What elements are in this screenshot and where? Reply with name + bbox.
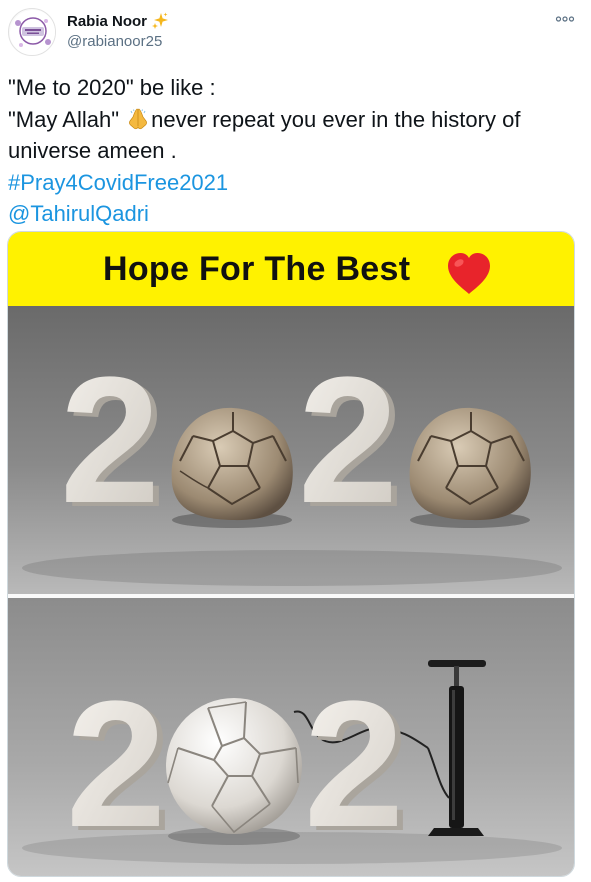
tweet-line-1: "Me to 2020" be like : xyxy=(8,75,216,100)
folded-hands-icon xyxy=(126,107,150,131)
tweet-line-3: universe ameen . xyxy=(8,138,177,163)
panel-2021: 2 2 2 2 xyxy=(8,598,574,876)
author-name[interactable]: Rabia Noor xyxy=(67,13,147,30)
avatar[interactable] xyxy=(8,8,56,56)
svg-text:2: 2 xyxy=(298,340,398,541)
tweet: Rabia Noor @rabianoor25 "Me to 2020" be … xyxy=(0,0,591,882)
author-block: Rabia Noor @rabianoor25 xyxy=(67,11,169,50)
sparkles-icon xyxy=(151,12,169,30)
mention-link[interactable]: @TahirulQadri xyxy=(8,198,578,230)
tweet-line-2-end: never repeat you ever in the history of xyxy=(151,106,521,132)
digit-two-left-2021: 2 2 xyxy=(66,664,172,869)
avatar-logo-icon xyxy=(10,10,55,55)
red-heart-icon xyxy=(445,252,493,296)
tweet-image[interactable]: Hope For The Best 2 2 2 2 2 2 2 2 xyxy=(7,231,575,877)
more-horizontal-icon xyxy=(555,16,575,22)
deflated-ball-right xyxy=(409,407,531,528)
tweet-line-2: "May Allah" never repeat you ever in the… xyxy=(8,104,578,136)
more-options-button[interactable] xyxy=(555,12,575,26)
hashtag-link[interactable]: #Pray4CovidFree2021 xyxy=(8,167,578,199)
digit-two-right-2021: 2 2 xyxy=(304,664,410,869)
svg-text:2: 2 xyxy=(60,340,160,541)
banner-title: Hope For The Best xyxy=(103,250,411,288)
deflated-ball-left xyxy=(171,407,293,528)
panel-2020: 2 2 2 2 xyxy=(8,306,574,594)
digit-two-right: 2 2 xyxy=(298,340,404,545)
tweet-text: "Me to 2020" be like : "May Allah" never… xyxy=(8,72,578,230)
author-handle[interactable]: @rabianoor25 xyxy=(67,33,169,50)
image-banner: Hope For The Best xyxy=(8,232,574,306)
tweet-line-2-start: "May Allah" xyxy=(8,106,126,132)
digit-two-left: 2 2 xyxy=(60,340,166,545)
svg-text:2: 2 xyxy=(66,664,166,865)
svg-text:2: 2 xyxy=(304,664,404,865)
